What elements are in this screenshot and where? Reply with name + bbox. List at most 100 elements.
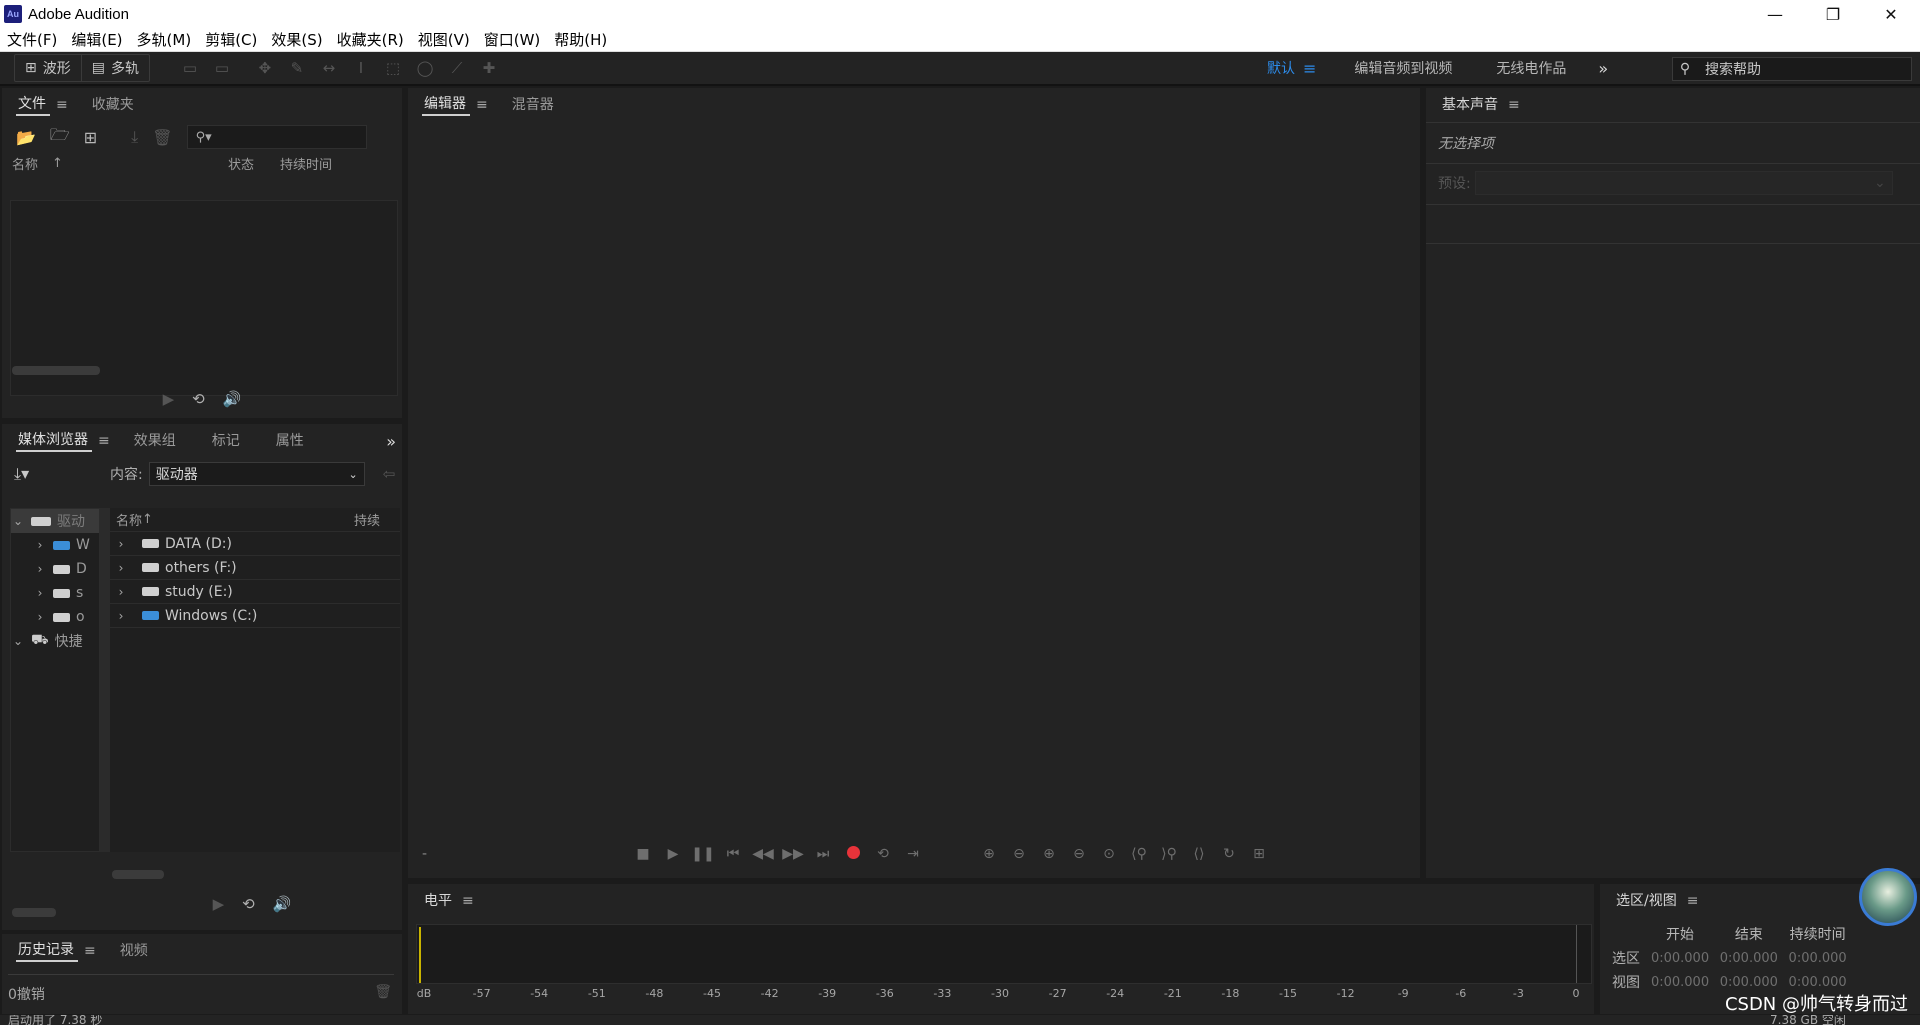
chevron-right-icon[interactable]: › [114, 537, 128, 551]
multitrack-view-button[interactable]: ▤ 多轨 [80, 55, 149, 81]
levels-panel-menu-icon[interactable]: ≡ [462, 893, 474, 909]
loop-icon[interactable]: ⟲ [242, 895, 255, 913]
razor-tool-icon[interactable]: ✎ [286, 58, 308, 78]
chevron-down-icon[interactable]: ⌄ [11, 514, 25, 528]
close-button[interactable]: ✕ [1862, 0, 1920, 28]
spot-healing-tool-icon[interactable]: ✚ [478, 58, 500, 78]
waveform-view-button[interactable]: ⊞ 波形 [15, 55, 81, 81]
selection-view-title[interactable]: 选区/视图 [1614, 890, 1681, 912]
tree-item-windows[interactable]: › W [11, 533, 99, 557]
more-panels-icon[interactable]: » [386, 432, 396, 451]
zoom-in-time-icon[interactable]: ⊕ [1034, 846, 1064, 862]
slip-tool-icon[interactable]: ↔ [318, 58, 340, 78]
autoplay-icon[interactable]: 🔊 [273, 895, 292, 913]
insert-into-multitrack-icon[interactable]: ⤓ [131, 127, 138, 147]
tab-properties[interactable]: 属性 [274, 430, 308, 452]
tab-favorites[interactable]: 收藏夹 [90, 94, 138, 116]
tab-mixer[interactable]: 混音器 [510, 94, 558, 116]
tab-history[interactable]: 历史记录 [16, 940, 78, 962]
lasso-tool-icon[interactable]: ◯ [414, 58, 436, 78]
stop-icon[interactable]: ■ [628, 846, 658, 862]
tree-item-study[interactable]: › s [11, 581, 99, 605]
chevron-right-icon[interactable]: › [33, 610, 47, 624]
tree-item-shortcuts[interactable]: ⌄ ⛟ 快捷 [11, 629, 99, 653]
chevron-right-icon[interactable]: › [114, 609, 128, 623]
column-status[interactable]: 状态 [228, 154, 280, 173]
menu-effects[interactable]: 效果(S) [264, 29, 329, 50]
zoom-reset-icon[interactable]: ↻ [1214, 846, 1244, 862]
tab-effects-rack[interactable]: 效果组 [132, 430, 180, 452]
media-row[interactable]: › study (E:) [110, 580, 400, 604]
menu-clip[interactable]: 剪辑(C) [198, 29, 264, 50]
previous-icon[interactable]: ⏮ [718, 846, 748, 862]
selection-view-menu-icon[interactable]: ≡ [1687, 893, 1699, 909]
spectral-frequency-icon[interactable]: ▭ [179, 58, 201, 78]
zoom-in-amplitude-icon[interactable]: ⊕ [974, 846, 1004, 862]
menu-view[interactable]: 视图(V) [411, 29, 477, 50]
preset-dropdown[interactable]: ⌄ [1474, 171, 1893, 195]
zoom-in-point-icon[interactable]: ⟨⚲ [1124, 846, 1154, 862]
files-panel-menu-icon[interactable]: ≡ [56, 97, 68, 113]
rewind-icon[interactable]: ◀◀ [748, 846, 778, 862]
essential-sound-title[interactable]: 基本声音 [1440, 94, 1502, 116]
record-icon[interactable] [838, 845, 868, 863]
selection-duration-field[interactable]: 0:00.000 [1783, 951, 1852, 966]
tab-markers[interactable]: 标记 [210, 430, 244, 452]
view-end-field[interactable]: 0:00.000 [1714, 975, 1783, 990]
play-icon[interactable]: ▶ [213, 895, 225, 913]
zoom-out-amplitude-icon[interactable]: ⊖ [1004, 846, 1034, 862]
column-duration[interactable]: 持续时间 [280, 154, 332, 173]
play-icon[interactable]: ▶ [658, 846, 688, 862]
workspace-default[interactable]: 默认 [1245, 58, 1303, 78]
workspace-radio-production[interactable]: 无线电作品 [1474, 58, 1588, 78]
workspace-menu-icon[interactable]: ≡ [1303, 59, 1332, 78]
play-icon[interactable]: ▶ [163, 390, 175, 408]
view-start-field[interactable]: 0:00.000 [1646, 975, 1715, 990]
chevron-right-icon[interactable]: › [33, 562, 47, 576]
view-duration-field[interactable]: 0:00.000 [1783, 975, 1852, 990]
media-horizontal-scrollbar[interactable] [112, 870, 164, 879]
tree-item-others[interactable]: › o [11, 605, 99, 629]
tree-splitter[interactable] [100, 508, 110, 852]
open-file-icon[interactable]: 📂 [16, 128, 36, 147]
files-horizontal-scrollbar[interactable] [12, 366, 100, 375]
marquee-tool-icon[interactable]: ⬚ [382, 58, 404, 78]
import-media-icon[interactable]: ⤓▾ [14, 464, 94, 484]
loop-icon[interactable]: ⟲ [192, 390, 205, 408]
history-panel-menu-icon[interactable]: ≡ [84, 943, 96, 959]
new-file-icon[interactable]: ⊞ [84, 128, 97, 147]
minimize-button[interactable]: — [1746, 0, 1804, 28]
file-search-input[interactable]: ⚲▾ [186, 125, 367, 149]
menu-file[interactable]: 文件(F) [0, 29, 64, 50]
zoom-out-point-icon[interactable]: ⟩⚲ [1154, 846, 1184, 862]
selection-start-field[interactable]: 0:00.000 [1646, 951, 1715, 966]
chevron-right-icon[interactable]: › [33, 586, 47, 600]
help-search-input[interactable]: ⚲ 搜索帮助 [1672, 57, 1912, 81]
tree-item-data[interactable]: › D [11, 557, 99, 581]
menu-edit[interactable]: 编辑(E) [64, 29, 129, 50]
zoom-full-icon[interactable]: ⊞ [1244, 846, 1274, 862]
menu-favorites[interactable]: 收藏夹(R) [330, 29, 411, 50]
levels-title[interactable]: 电平 [422, 890, 456, 912]
pause-icon[interactable]: ❚❚ [688, 846, 718, 862]
editor-panel-menu-icon[interactable]: ≡ [476, 97, 488, 113]
workspace-audio-to-video[interactable]: 编辑音频到视频 [1332, 58, 1474, 78]
autoplay-icon[interactable]: 🔊 [223, 390, 242, 408]
tree-item-drives[interactable]: ⌄ 驱动 [11, 509, 99, 533]
menu-window[interactable]: 窗口(W) [477, 29, 548, 50]
menu-multitrack[interactable]: 多轨(M) [130, 29, 199, 50]
trash-icon[interactable]: 🗑 [374, 984, 392, 1000]
tab-files[interactable]: 文件 [16, 94, 50, 116]
content-dropdown[interactable]: 驱动器 ⌄ [148, 462, 365, 486]
next-icon[interactable]: ⏭ [808, 846, 838, 862]
zoom-out-time-icon[interactable]: ⊖ [1064, 846, 1094, 862]
selection-end-field[interactable]: 0:00.000 [1714, 951, 1783, 966]
spectral-pitch-icon[interactable]: ▭ [211, 58, 233, 78]
move-tool-icon[interactable]: ✥ [254, 58, 276, 78]
import-file-icon[interactable]: 🗁 [50, 124, 70, 151]
chevron-right-icon[interactable]: › [114, 585, 128, 599]
media-panel-menu-icon[interactable]: ≡ [98, 433, 110, 449]
fast-forward-icon[interactable]: ▶▶ [778, 846, 808, 862]
loop-playback-icon[interactable]: ⟲ [868, 846, 898, 862]
delete-file-icon[interactable]: 🗑 [152, 128, 172, 147]
